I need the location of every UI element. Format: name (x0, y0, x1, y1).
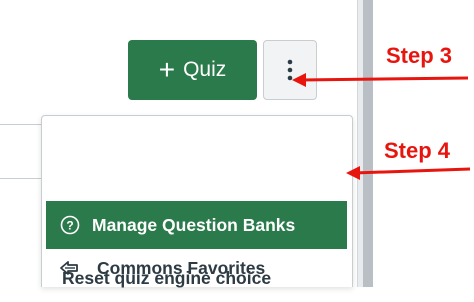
menu-item-manage-question-banks[interactable]: ? Manage Question Banks (46, 201, 347, 249)
add-quiz-button[interactable]: + Quiz (128, 40, 257, 100)
step-3-arrow (292, 73, 469, 87)
menu-item-commons-favorites[interactable]: Commons Favorites (59, 244, 349, 292)
svg-text:?: ? (66, 219, 73, 233)
plus-icon: + (158, 54, 176, 85)
step-4-arrow (346, 166, 471, 180)
menu-item-label: Manage Question Banks (92, 214, 296, 235)
step-4-annotation: Step 4 (384, 138, 451, 163)
content-divider (0, 124, 44, 125)
menu-item-label: Commons Favorites (97, 257, 266, 278)
add-quiz-label: Quiz (183, 58, 227, 81)
question-circle-icon: ? (60, 215, 80, 235)
content-divider (0, 178, 44, 179)
course-page: + Quiz ? Manage Question Banks Reset qui… (0, 0, 362, 288)
step-3-annotation: Step 3 (386, 43, 453, 68)
window-divider (363, 0, 373, 287)
commons-share-icon (59, 259, 81, 277)
